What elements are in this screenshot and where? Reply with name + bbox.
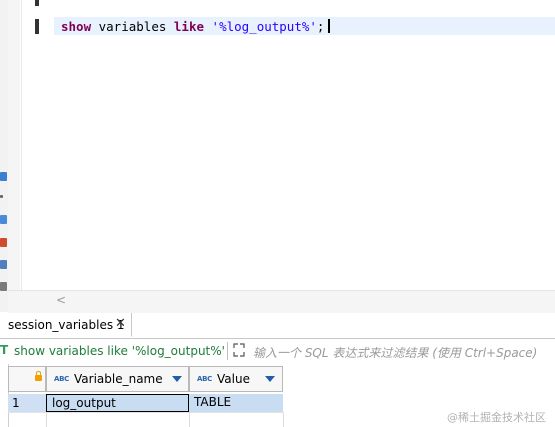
sql-statement[interactable]: show variables like '%log_output%'; (61, 19, 331, 34)
divider (227, 342, 228, 360)
close-icon[interactable]: ✕ (115, 316, 126, 331)
sql-text-icon: T (0, 343, 9, 357)
filter-input[interactable]: 输入一个 SQL 表达式来过滤结果 (使用 Ctrl+Space) (253, 344, 537, 361)
column-divider (283, 412, 284, 427)
row-divider (8, 412, 283, 413)
expand-icon[interactable] (233, 343, 245, 357)
column-label: Value (217, 372, 250, 386)
row-header-corner[interactable] (8, 366, 46, 392)
sort-dropdown-icon[interactable] (265, 376, 275, 382)
link-icon[interactable] (0, 172, 7, 181)
column-header-value[interactable]: ABC Value (189, 366, 283, 392)
side-toolbar (0, 0, 8, 312)
text-type-icon: ABC (197, 375, 212, 383)
source-query: show variables like '%log_output%' (14, 344, 225, 358)
list-icon[interactable] (0, 282, 7, 291)
column-label: Variable_name (74, 372, 163, 386)
tab-session-variables[interactable]: session_variables 1 ✕ (0, 313, 132, 337)
sort-dropdown-icon[interactable] (172, 376, 182, 382)
row-number[interactable]: 1 (8, 394, 46, 412)
statement-marker (35, 0, 39, 6)
horizontal-scrollbar[interactable]: < (8, 290, 555, 313)
grid-header: ABC Variable_name ABC Value (0, 364, 555, 393)
text-caret (328, 19, 331, 33)
dot-icon (0, 195, 3, 198)
document-icon[interactable] (0, 260, 7, 269)
scroll-left-arrow[interactable]: < (56, 293, 66, 307)
table-cell[interactable]: log_output (46, 394, 189, 412)
text-type-icon: ABC (54, 375, 69, 383)
results-tab-bar: session_variables 1 ✕ (0, 313, 555, 339)
column-divider (189, 412, 190, 427)
filter-bar: T show variables like '%log_output%' 输入一… (0, 339, 555, 365)
column-header-variable-name[interactable]: ABC Variable_name (46, 366, 189, 392)
settings-icon[interactable] (0, 215, 7, 224)
watermark: @稀土掘金技术社区 (447, 411, 546, 424)
keyword-variables: variables (91, 19, 174, 34)
semicolon: ; (316, 19, 325, 34)
gutter-divider (21, 0, 22, 290)
export-icon[interactable] (0, 238, 7, 247)
table-cell[interactable]: TABLE (189, 394, 283, 412)
column-divider (46, 412, 47, 427)
keyword-show: show (61, 19, 92, 34)
string-literal: '%log_output%' (204, 19, 317, 34)
lock-icon (35, 371, 42, 381)
tab-label: session_variables 1 (8, 318, 125, 332)
statement-marker (35, 19, 39, 34)
sql-editor[interactable]: show variables like '%log_output%'; (8, 0, 555, 290)
editor-gutter (8, 0, 20, 290)
keyword-like: like (173, 19, 205, 34)
